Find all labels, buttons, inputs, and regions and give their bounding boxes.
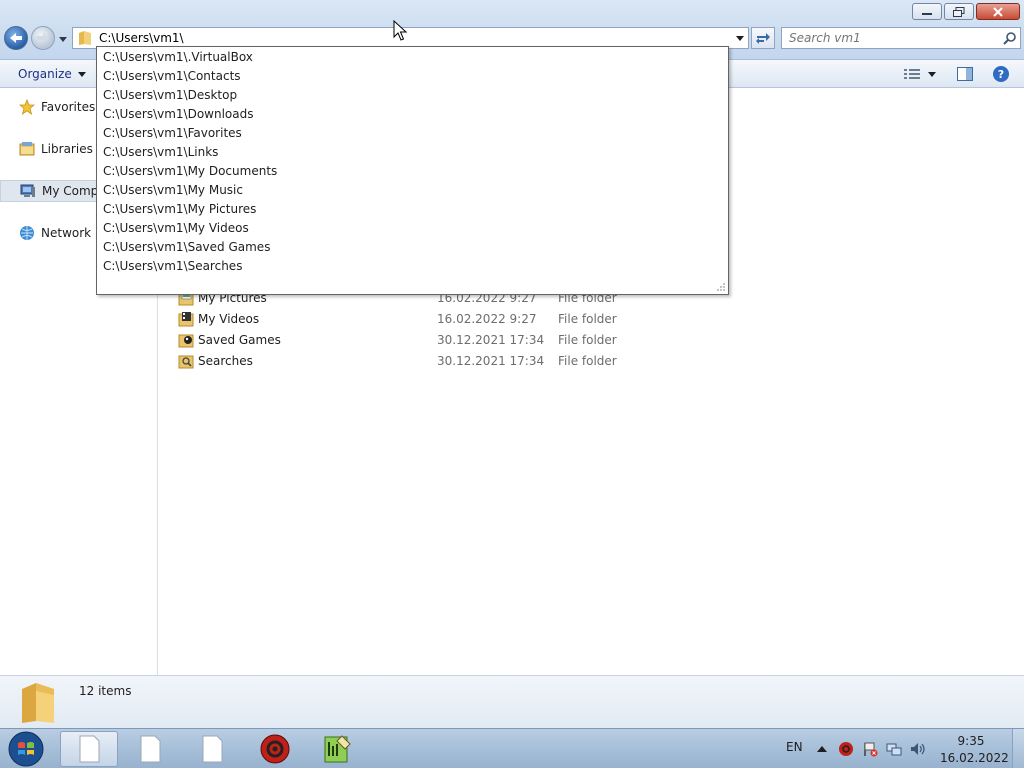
help-button[interactable]: ? — [990, 64, 1012, 84]
file-type: File folder — [558, 311, 617, 326]
preview-pane-button[interactable] — [954, 64, 976, 84]
arrow-left-icon — [10, 33, 22, 43]
autocomplete-item[interactable]: C:\Users\vm1\Downloads — [97, 105, 728, 124]
taskbar-document-1[interactable] — [121, 731, 179, 767]
taskbar: EN 9:35 16.02.2022 — [0, 728, 1024, 768]
nav-item-label: Favorites — [41, 100, 96, 114]
preview-pane-icon — [957, 67, 973, 81]
videos-folder-icon — [178, 311, 194, 327]
network-icon — [19, 225, 35, 241]
file-row[interactable]: Searches 30.12.2021 17:34 File folder — [178, 350, 678, 371]
minimize-button[interactable] — [912, 3, 942, 20]
file-row[interactable]: My Videos 16.02.2022 9:27 File folder — [178, 308, 678, 329]
autocomplete-item[interactable]: C:\Users\vm1\My Videos — [97, 219, 728, 238]
chevron-down-icon — [928, 71, 936, 77]
change-view-button[interactable] — [898, 64, 942, 84]
chevron-up-icon — [817, 746, 827, 752]
volume-icon[interactable] — [910, 741, 926, 757]
item-count: 12 items — [79, 684, 132, 698]
file-name: My Videos — [198, 311, 260, 326]
address-autocomplete-dropdown: C:\Users\vm1\.VirtualBox C:\Users\vm1\Co… — [96, 46, 729, 295]
autocomplete-item[interactable]: C:\Users\vm1\Links — [97, 143, 728, 162]
document-icon — [79, 735, 100, 763]
notepad-plus-icon — [324, 735, 351, 763]
file-date: 16.02.2022 9:27 — [437, 311, 537, 326]
details-pane: 12 items — [0, 675, 1024, 728]
autocomplete-item[interactable]: C:\Users\vm1\My Documents — [97, 162, 728, 181]
search-box[interactable] — [781, 27, 1021, 49]
chevron-down-icon — [59, 36, 67, 42]
show-desktop-button[interactable] — [1012, 729, 1024, 768]
file-row[interactable]: Saved Games 30.12.2021 17:34 File folder — [178, 329, 678, 350]
action-center-flag-icon[interactable] — [862, 741, 878, 757]
autocomplete-item[interactable]: C:\Users\vm1\Contacts — [97, 67, 728, 86]
close-button[interactable] — [976, 3, 1020, 20]
taskbar-document-2[interactable] — [183, 731, 241, 767]
chevron-down-icon — [77, 71, 86, 77]
forward-button[interactable] — [31, 26, 55, 50]
network-status-icon[interactable] — [886, 741, 902, 757]
search-icon[interactable] — [1000, 28, 1020, 48]
file-name: Saved Games — [198, 332, 281, 347]
restore-icon — [953, 6, 965, 17]
address-dropdown-button[interactable] — [732, 28, 748, 48]
window-caption-buttons — [912, 3, 1020, 20]
clock-time[interactable]: 9:35 — [940, 734, 1002, 748]
arrow-right-icon — [37, 33, 49, 43]
back-button[interactable] — [4, 26, 28, 50]
restore-button[interactable] — [944, 3, 974, 20]
mouse-cursor-icon — [393, 20, 407, 41]
document-icon — [140, 735, 161, 763]
saved-games-folder-icon — [178, 332, 194, 348]
taskbar-explorer-window[interactable] — [60, 731, 118, 767]
autocomplete-item[interactable]: C:\Users\vm1\Favorites — [97, 124, 728, 143]
file-type: File folder — [558, 353, 617, 368]
organize-label: Organize — [18, 67, 72, 81]
nav-item-label: Libraries — [41, 142, 93, 156]
folder-icon — [22, 683, 54, 723]
taskbar-app-red[interactable] — [246, 731, 304, 767]
show-hidden-icons-button[interactable] — [814, 741, 830, 757]
autocomplete-item[interactable]: C:\Users\vm1\.VirtualBox — [97, 48, 728, 67]
address-input[interactable] — [95, 29, 732, 47]
document-icon — [202, 735, 223, 763]
start-button[interactable] — [6, 730, 46, 768]
organize-button[interactable]: Organize — [10, 64, 94, 84]
search-input[interactable] — [782, 31, 1000, 45]
taskbar-app-notepad[interactable] — [308, 731, 366, 767]
file-date: 30.12.2021 17:34 — [437, 332, 545, 347]
autocomplete-item[interactable]: C:\Users\vm1\My Music — [97, 181, 728, 200]
windows-logo-icon — [8, 731, 44, 767]
red-gear-app-icon — [260, 734, 290, 764]
autocomplete-item[interactable]: C:\Users\vm1\Searches — [97, 257, 728, 276]
searches-folder-icon — [178, 353, 194, 369]
folder-icon — [75, 28, 95, 48]
star-icon — [19, 99, 35, 115]
svg-text:?: ? — [998, 68, 1004, 81]
clock-date[interactable]: 16.02.2022 — [940, 751, 1009, 765]
recent-pages-dropdown[interactable] — [57, 33, 69, 45]
file-name: Searches — [198, 353, 253, 368]
file-type: File folder — [558, 332, 617, 347]
go-arrows-icon — [756, 33, 770, 44]
help-icon: ? — [993, 66, 1009, 82]
resize-grip-icon[interactable] — [716, 282, 726, 292]
nav-item-label: Network — [41, 226, 92, 240]
tray-red-app-icon[interactable] — [838, 741, 854, 757]
computer-icon — [20, 183, 36, 199]
autocomplete-item[interactable]: C:\Users\vm1\Desktop — [97, 86, 728, 105]
close-icon — [993, 6, 1003, 17]
autocomplete-item[interactable]: C:\Users\vm1\My Pictures — [97, 200, 728, 219]
input-language-indicator[interactable]: EN — [786, 740, 803, 754]
go-refresh-button[interactable] — [751, 27, 775, 49]
file-date: 30.12.2021 17:34 — [437, 353, 545, 368]
library-icon — [19, 141, 35, 157]
autocomplete-item[interactable]: C:\Users\vm1\Saved Games — [97, 238, 728, 257]
minimize-icon — [922, 12, 932, 15]
chevron-down-icon — [736, 35, 744, 41]
details-view-icon — [904, 69, 920, 79]
